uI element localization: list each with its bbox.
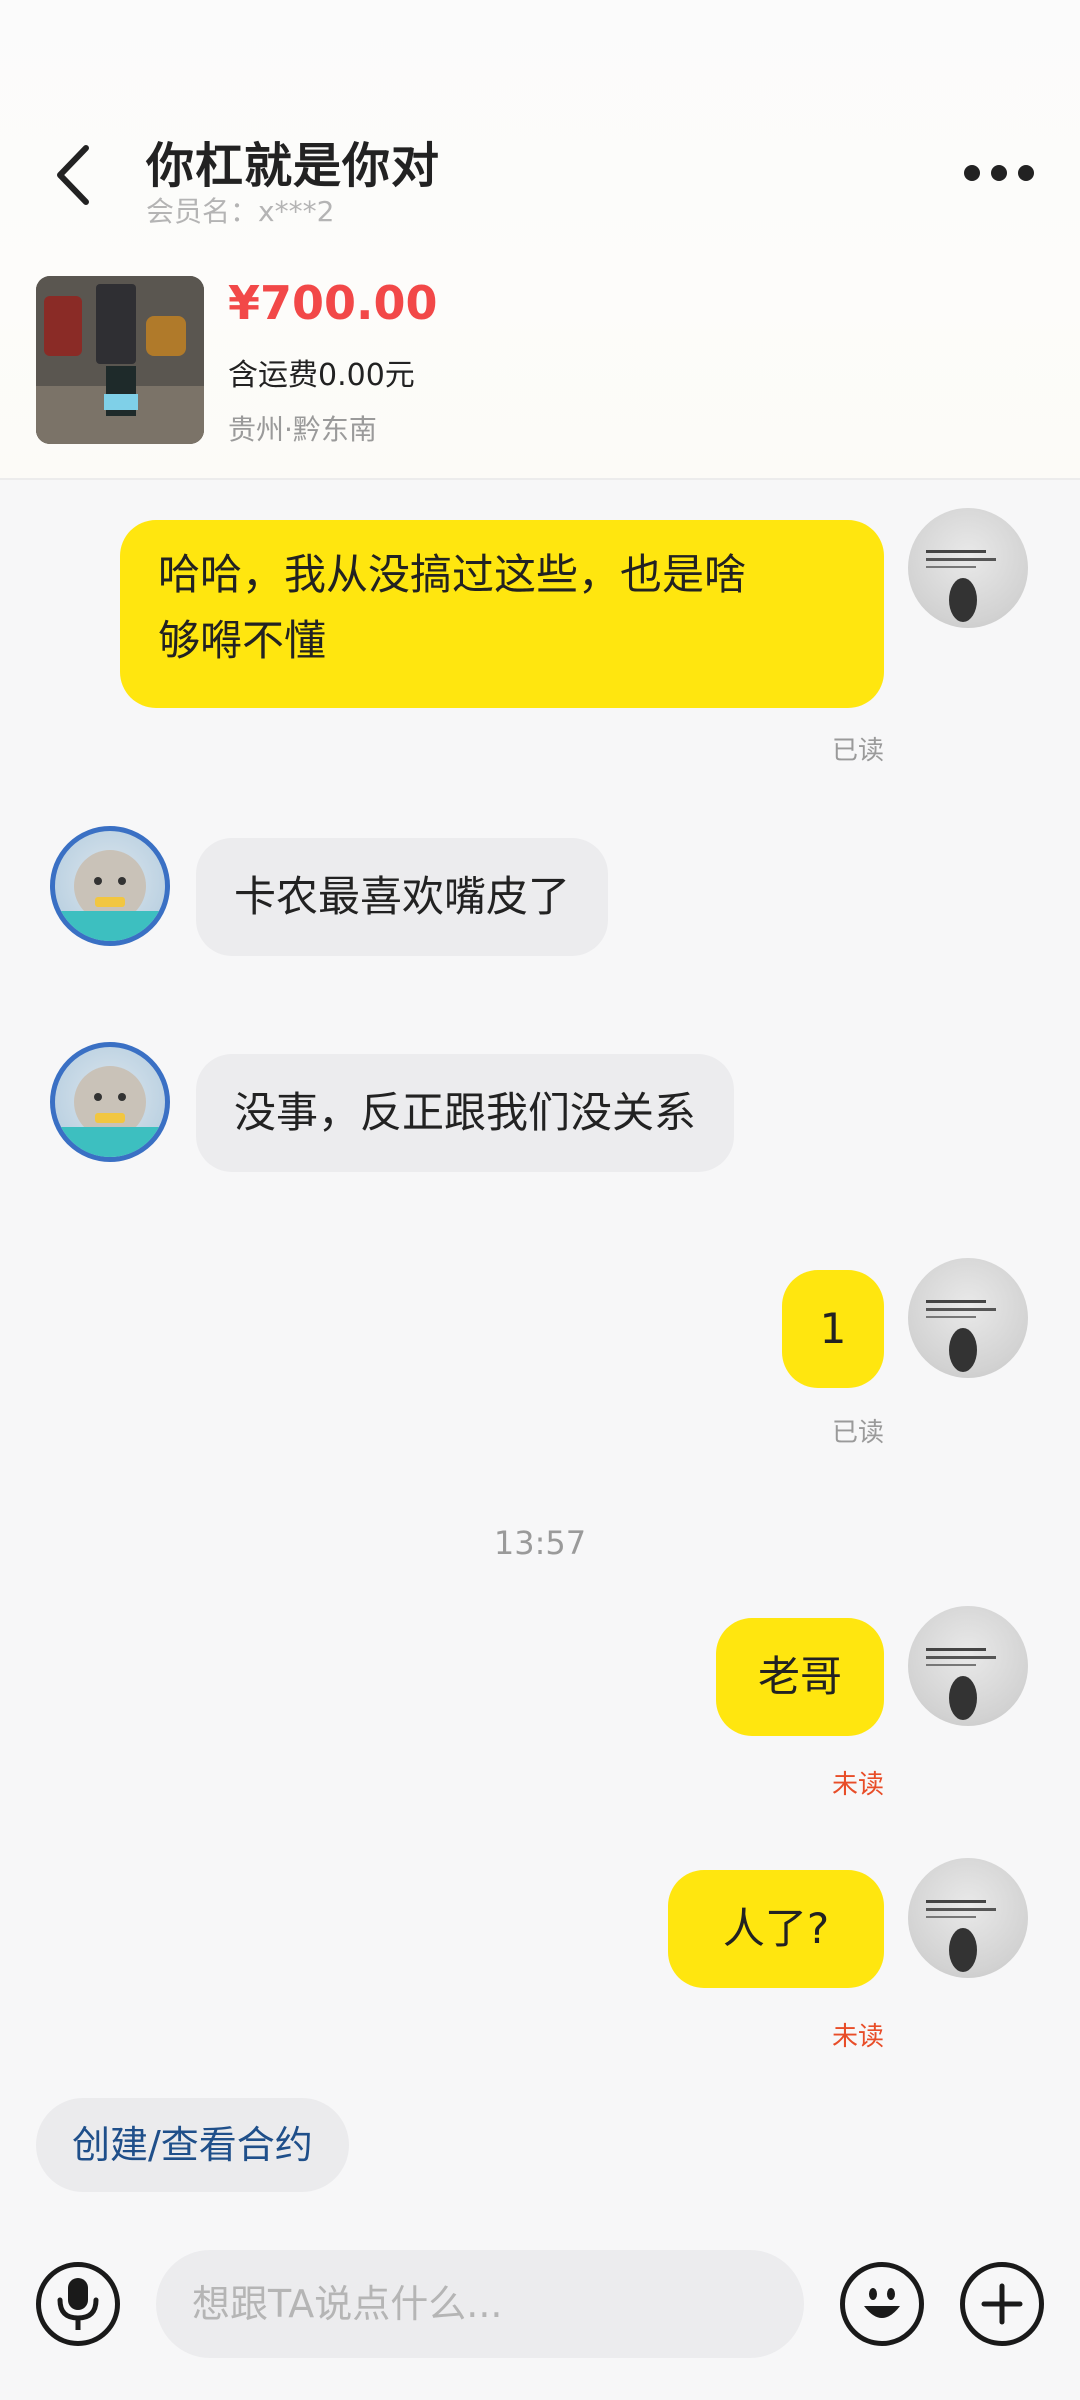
my-avatar[interactable] — [908, 1606, 1028, 1726]
contact-avatar[interactable] — [50, 826, 170, 946]
more-button[interactable] — [964, 158, 1034, 188]
message-text: 够嘚不懂 — [158, 616, 327, 665]
chevron-left-icon — [57, 145, 89, 205]
contract-button[interactable]: 创建/查看合约 — [36, 2098, 349, 2192]
message-text: 1 — [819, 1304, 847, 1353]
emoji-icon — [864, 2288, 900, 2318]
plus-icon — [981, 2283, 1023, 2325]
avatar-image — [926, 550, 996, 622]
product-location: 贵州·黔东南 — [228, 413, 377, 446]
product-price: ¥700.00 — [228, 276, 438, 330]
message-text: 没事，反正跟我们没关系 — [234, 1088, 697, 1137]
avatar-image — [926, 1300, 996, 1372]
shipping-fee: 含运费0.00元 — [228, 358, 415, 393]
message-text: 老哥 — [757, 1652, 842, 1701]
message-bubble-outgoing[interactable]: 老哥 — [716, 1618, 884, 1736]
message-bubble-outgoing[interactable]: 1 — [782, 1270, 884, 1388]
plus-button[interactable] — [960, 2262, 1044, 2346]
back-button[interactable] — [48, 140, 98, 210]
more-dot — [1018, 165, 1034, 181]
unread-status: 未读 — [831, 1770, 884, 1800]
product-photo — [36, 276, 204, 444]
more-dot — [991, 165, 1007, 181]
my-avatar[interactable] — [908, 508, 1028, 628]
avatar-image — [926, 1648, 996, 1720]
cat-avatar-image — [55, 1066, 165, 1157]
cat-avatar-image — [55, 850, 165, 941]
message-text: 哈哈，我从没搞过这些，也是啥 — [158, 550, 747, 599]
unread-status: 未读 — [831, 2022, 884, 2052]
my-avatar[interactable] — [908, 1858, 1028, 1978]
message-input[interactable] — [156, 2250, 804, 2358]
message-timestamp: 13:57 — [493, 1524, 587, 1562]
message-text: 人了? — [722, 1904, 830, 1953]
read-status: 已读 — [831, 1418, 884, 1448]
message-text: 卡农最喜欢嘴皮了 — [234, 872, 571, 921]
avatar-image — [926, 1900, 996, 1972]
voice-button[interactable] — [36, 2262, 120, 2346]
message-bubble-incoming[interactable]: 没事，反正跟我们没关系 — [196, 1054, 735, 1172]
message-bubble-outgoing[interactable]: 哈哈，我从没搞过这些，也是啥 够嘚不懂 — [120, 520, 884, 708]
chat-header: 你杠就是你对 会员名：x***2 ¥700.00 含运费0.00元 贵州·黔东南 — [0, 0, 1080, 480]
chat-title: 你杠就是你对 — [146, 138, 441, 194]
message-bubble-outgoing[interactable]: 人了? — [668, 1870, 884, 1988]
contact-avatar[interactable] — [50, 1042, 170, 1162]
product-thumbnail[interactable] — [36, 276, 204, 444]
read-status: 已读 — [831, 736, 884, 766]
more-dot — [964, 165, 980, 181]
member-name: 会员名：x***2 — [146, 195, 335, 228]
my-avatar[interactable] — [908, 1258, 1028, 1378]
emoji-button[interactable] — [840, 2262, 924, 2346]
microphone-icon — [57, 2278, 99, 2330]
message-bubble-incoming[interactable]: 卡农最喜欢嘴皮了 — [196, 838, 609, 956]
